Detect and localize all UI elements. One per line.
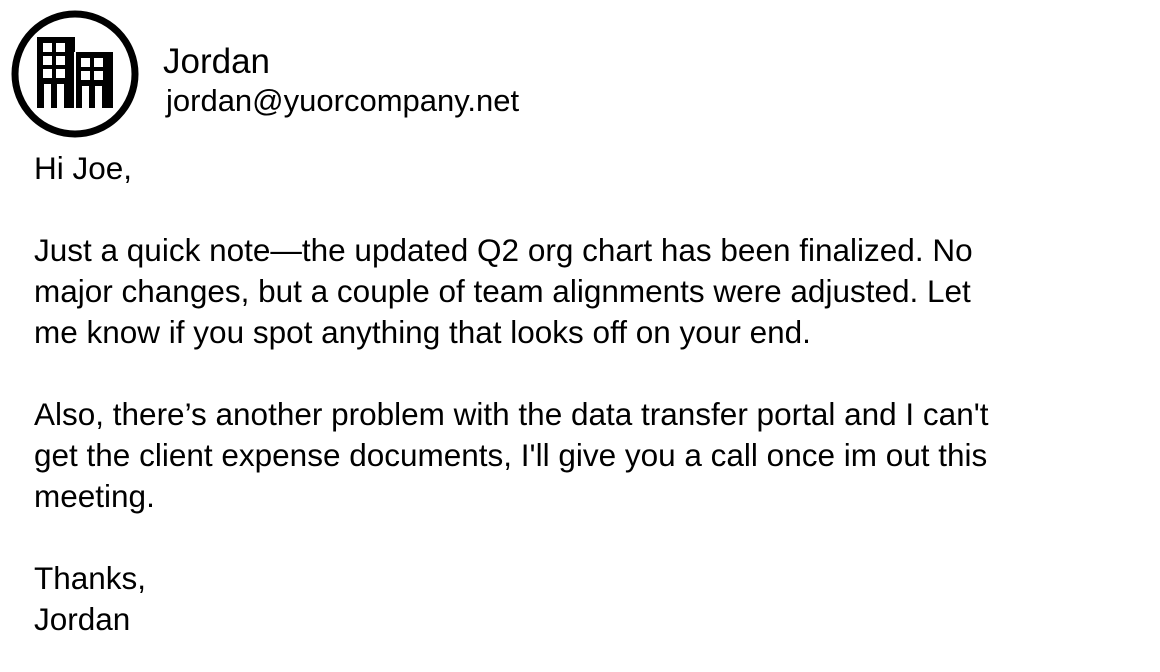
paragraph-portal-issue: Also, there’s another problem with the d… [34,394,1134,517]
message-body: Hi Joe, Just a quick note—the updated Q2… [34,148,1134,640]
paragraph-org-chart: Just a quick note—the updated Q2 org cha… [34,230,1134,353]
body-line: Just a quick note—the updated Q2 org cha… [34,232,973,268]
sender-avatar [11,10,139,138]
closing: Thanks, [34,560,147,596]
office-building-icon [11,10,139,138]
body-line: Also, there’s another problem with the d… [34,396,989,432]
greeting: Hi Joe, [34,150,133,186]
body-line: major changes, but a couple of team alig… [34,273,971,309]
signature: Jordan [34,601,131,637]
body-line: meeting. [34,478,155,514]
body-line: get the client expense documents, I'll g… [34,437,988,473]
sender-email: jordan@yuorcompany.net [166,83,520,118]
body-line: me know if you spot anything that looks … [34,314,811,350]
sender-name: Jordan [163,42,271,81]
